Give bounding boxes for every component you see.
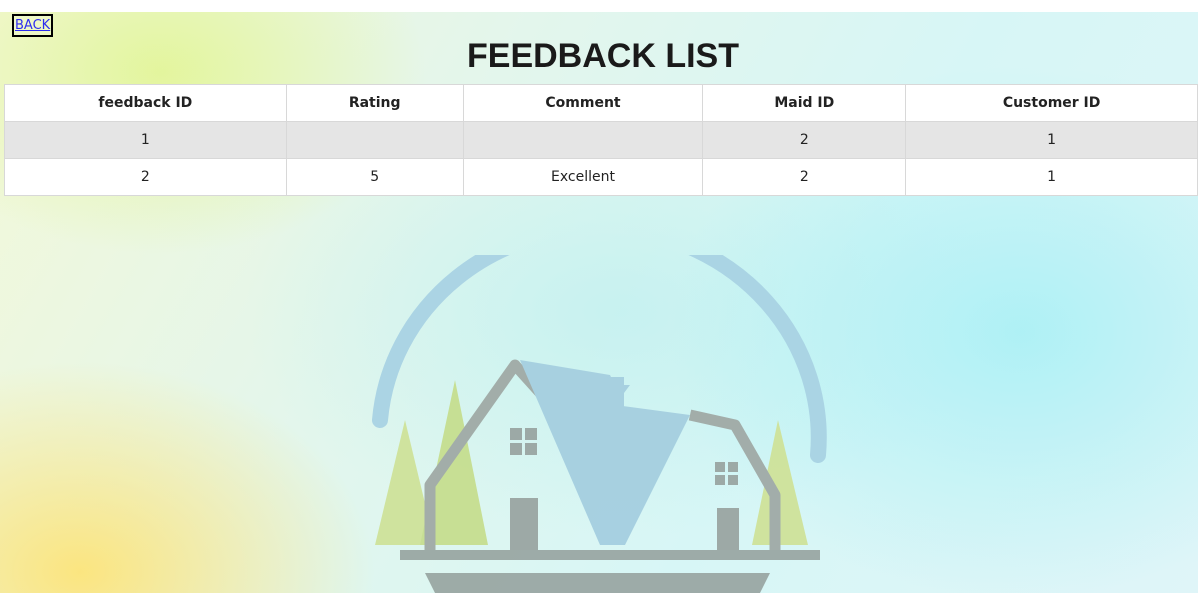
column-header-rating: Rating bbox=[285, 84, 464, 122]
back-link[interactable]: BACK bbox=[12, 14, 54, 37]
feedback-table: feedback ID Rating Comment Maid ID Custo… bbox=[4, 84, 1198, 196]
cell-rating bbox=[285, 121, 464, 159]
column-header-customer-id: Customer ID bbox=[905, 84, 1198, 122]
column-header-comment: Comment bbox=[462, 84, 704, 122]
cell-comment: Excellent bbox=[462, 158, 704, 196]
table-header-row: feedback ID Rating Comment Maid ID Custo… bbox=[4, 84, 1198, 122]
column-header-maid-id: Maid ID bbox=[702, 84, 907, 122]
cell-maid-id: 2 bbox=[702, 121, 907, 159]
table-row: 2 5 Excellent 2 1 bbox=[4, 158, 1198, 196]
cell-feedback-id: 2 bbox=[4, 158, 287, 196]
cell-maid-id: 2 bbox=[702, 158, 907, 196]
page-title: FEEDBACK LIST bbox=[467, 37, 739, 75]
cell-feedback-id: 1 bbox=[4, 121, 287, 159]
table-row: 1 2 1 bbox=[4, 121, 1198, 159]
cell-comment bbox=[462, 121, 704, 159]
column-header-feedback-id: feedback ID bbox=[4, 84, 287, 122]
cell-customer-id: 1 bbox=[905, 121, 1198, 159]
cell-rating: 5 bbox=[285, 158, 464, 196]
house-logo-icon bbox=[372, 255, 827, 593]
cell-customer-id: 1 bbox=[905, 158, 1198, 196]
